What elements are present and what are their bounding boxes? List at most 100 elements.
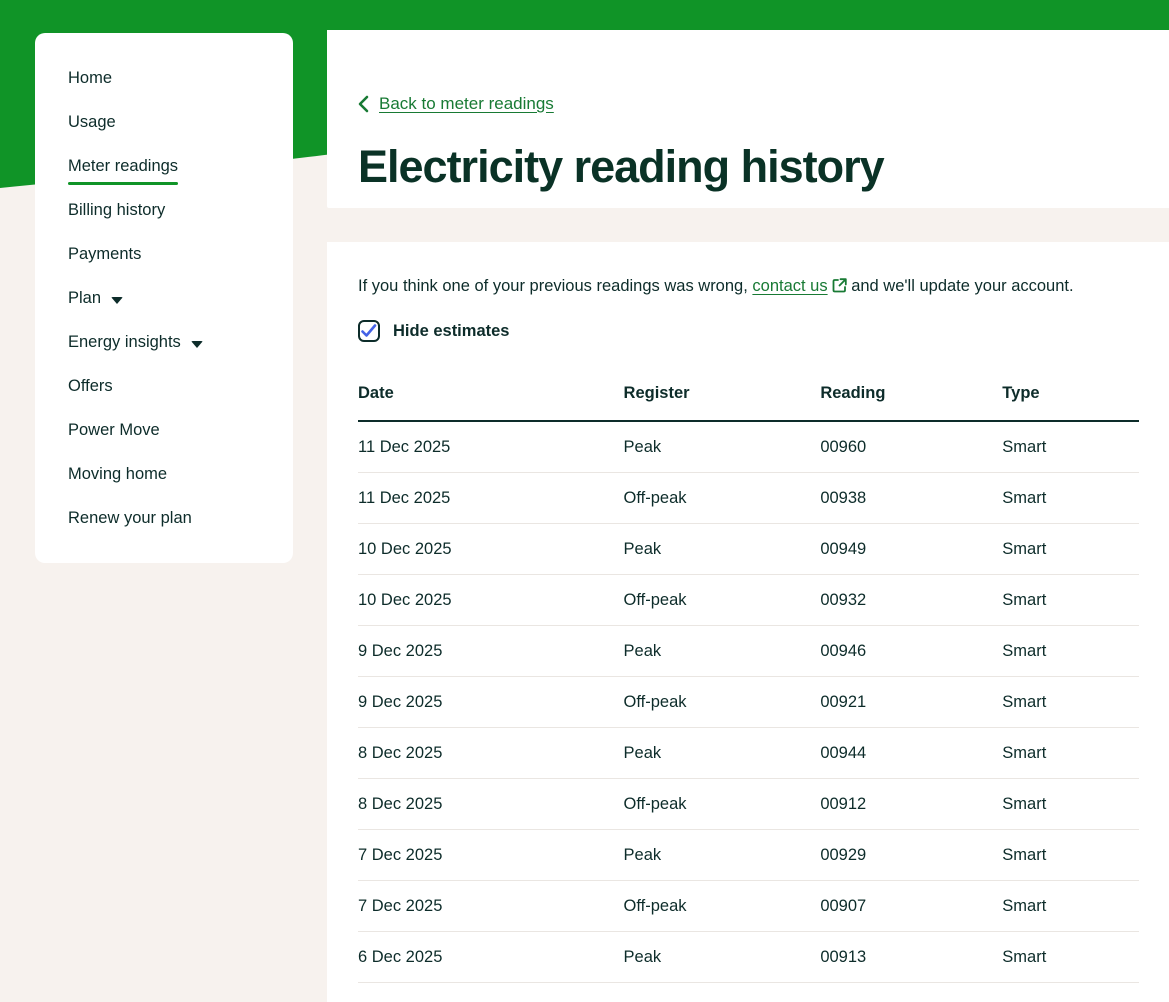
sidebar-item-usage[interactable]: Usage (35, 101, 293, 145)
notice-pre: If you think one of your previous readin… (358, 277, 753, 295)
table-cell-register: Peak (623, 931, 821, 984)
table-cell-register: Off-peak (623, 676, 821, 729)
table-cell-date: 8 Dec 2025 (358, 727, 624, 780)
sidebar-item-meter-readings[interactable]: Meter readings (35, 145, 293, 189)
sidebar-item-renew-your-plan[interactable]: Renew your plan (35, 497, 293, 541)
table-cell-reading: 00907 (820, 880, 1003, 933)
table-cell-reading: 00929 (820, 829, 1003, 882)
table-cell-type: Smart (1002, 676, 1139, 729)
sidebar-item-label: Home (68, 69, 113, 88)
table-cell-register: Peak (623, 727, 821, 780)
table-cell-register: Peak (623, 523, 821, 576)
table-cell-date: 8 Dec 2025 (358, 778, 624, 831)
table-cell-date: 11 Dec 2025 (358, 421, 624, 474)
table-cell-date: 9 Dec 2025 (358, 676, 624, 729)
table-cell-date: 10 Dec 2025 (358, 523, 624, 576)
checkmark-icon (361, 324, 377, 338)
table-row: 11 Dec 2025 Off-peak 00938 Smart (358, 472, 1139, 525)
table-cell-reading: 00949 (820, 523, 1003, 576)
table-cell-type: Smart (1002, 880, 1139, 933)
table-cell-date: 10 Dec 2025 (358, 574, 624, 627)
column-header-type: Type (1002, 368, 1139, 423)
hide-estimates-label: Hide estimates (393, 321, 510, 340)
table-row: 9 Dec 2025 Peak 00946 Smart (358, 625, 1139, 678)
table-cell-reading: 00938 (820, 472, 1003, 525)
table-cell-date: 6 Dec 2025 (358, 931, 624, 984)
table-row: 6 Dec 2025 Peak 00913 Smart (358, 931, 1139, 984)
table-cell-date: 7 Dec 2025 (358, 829, 624, 882)
sidebar-item-moving-home[interactable]: Moving home (35, 453, 293, 497)
table-cell-reading: 00932 (820, 574, 1003, 627)
header-card: Back to meter readings Electricity readi… (327, 30, 1169, 208)
table-cell-reading: 00960 (820, 421, 1003, 474)
sidebar-item-energy-insights[interactable]: Energy insights (35, 321, 293, 365)
table-cell-reading: 00912 (820, 778, 1003, 831)
table-cell-type: Smart (1002, 523, 1139, 576)
column-header-date: Date (358, 368, 624, 423)
contact-us-label: contact us (752, 277, 828, 295)
notice-text: If you think one of your previous readin… (358, 276, 1139, 297)
table-cell-date: 9 Dec 2025 (358, 625, 624, 678)
table-cell-type: Smart (1002, 931, 1139, 984)
sidebar-item-label: Renew your plan (68, 509, 192, 528)
table-cell-register: Peak (623, 829, 821, 882)
table-cell-reading: 00921 (820, 676, 1003, 729)
table-cell-register: Off-peak (623, 880, 821, 933)
column-header-register: Register (623, 368, 821, 423)
back-link[interactable]: Back to meter readings (358, 94, 554, 114)
table-cell-type: Smart (1002, 421, 1139, 474)
notice-post: and we'll update your account. (846, 277, 1074, 295)
table-cell-register: Off-peak (623, 778, 821, 831)
table-cell-register: Off-peak (623, 472, 821, 525)
table-cell-type: Smart (1002, 727, 1139, 780)
table-row: 9 Dec 2025 Off-peak 00921 Smart (358, 676, 1139, 729)
table-body: 11 Dec 2025 Peak 00960 Smart 11 Dec 2025 Off-… (358, 421, 1139, 984)
chevron-down-icon (190, 341, 203, 348)
sidebar-item-billing-history[interactable]: Billing history (35, 189, 293, 233)
table-cell-type: Smart (1002, 829, 1139, 882)
table-cell-reading: 00913 (820, 931, 1003, 984)
back-link-label: Back to meter readings (379, 94, 554, 113)
table-row: 8 Dec 2025 Peak 00944 Smart (358, 727, 1139, 780)
content-card: If you think one of your previous readin… (327, 242, 1169, 1002)
sidebar-item-label: Plan (68, 289, 102, 308)
sidebar-item-label: Energy insights (68, 333, 181, 352)
sidebar-item-home[interactable]: Home (35, 57, 293, 101)
sidebar-item-power-move[interactable]: Power Move (35, 409, 293, 453)
table-cell-type: Smart (1002, 574, 1139, 627)
table-row: 10 Dec 2025 Off-peak 00932 Smart (358, 574, 1139, 627)
table-cell-register: Off-peak (623, 574, 821, 627)
sidebar-item-offers[interactable]: Offers (35, 365, 293, 409)
sidebar-item-plan[interactable]: Plan (35, 277, 293, 321)
sidebar-nav: Home Usage Meter readings Billing history Pa… (35, 33, 293, 563)
hide-estimates-checkbox-row[interactable]: Hide estimates (358, 320, 510, 343)
page-title: Electricity reading history (358, 141, 885, 192)
sidebar-list: Home Usage Meter readings Billing history Pa… (35, 57, 293, 541)
sidebar-item-label: Meter readings (68, 157, 179, 185)
contact-us-link[interactable]: contact us (752, 277, 847, 295)
table-row: 11 Dec 2025 Peak 00960 Smart (358, 421, 1139, 474)
table-header-row: Date Register Reading Type (358, 368, 1139, 423)
sidebar-item-label: Offers (68, 377, 113, 396)
sidebar-item-payments[interactable]: Payments (35, 233, 293, 277)
table-cell-register: Peak (623, 421, 821, 474)
table-row: 8 Dec 2025 Off-peak 00912 Smart (358, 778, 1139, 831)
hide-estimates-checkbox[interactable] (358, 320, 380, 343)
chevron-left-icon (358, 95, 369, 113)
sidebar-item-label: Moving home (68, 465, 168, 484)
table-row: 10 Dec 2025 Peak 00949 Smart (358, 523, 1139, 576)
table-cell-type: Smart (1002, 472, 1139, 525)
table-cell-date: 7 Dec 2025 (358, 880, 624, 933)
table-cell-type: Smart (1002, 778, 1139, 831)
table-row: 7 Dec 2025 Peak 00929 Smart (358, 829, 1139, 882)
sidebar-item-label: Usage (68, 113, 116, 132)
table-cell-date: 11 Dec 2025 (358, 472, 624, 525)
sidebar-item-label: Power Move (68, 421, 160, 440)
table-cell-reading: 00944 (820, 727, 1003, 780)
table-cell-type: Smart (1002, 625, 1139, 678)
chevron-down-icon (111, 297, 124, 304)
table-cell-reading: 00946 (820, 625, 1003, 678)
table-cell-register: Peak (623, 625, 821, 678)
sidebar-item-label: Payments (68, 245, 142, 264)
external-link-icon (832, 278, 847, 293)
